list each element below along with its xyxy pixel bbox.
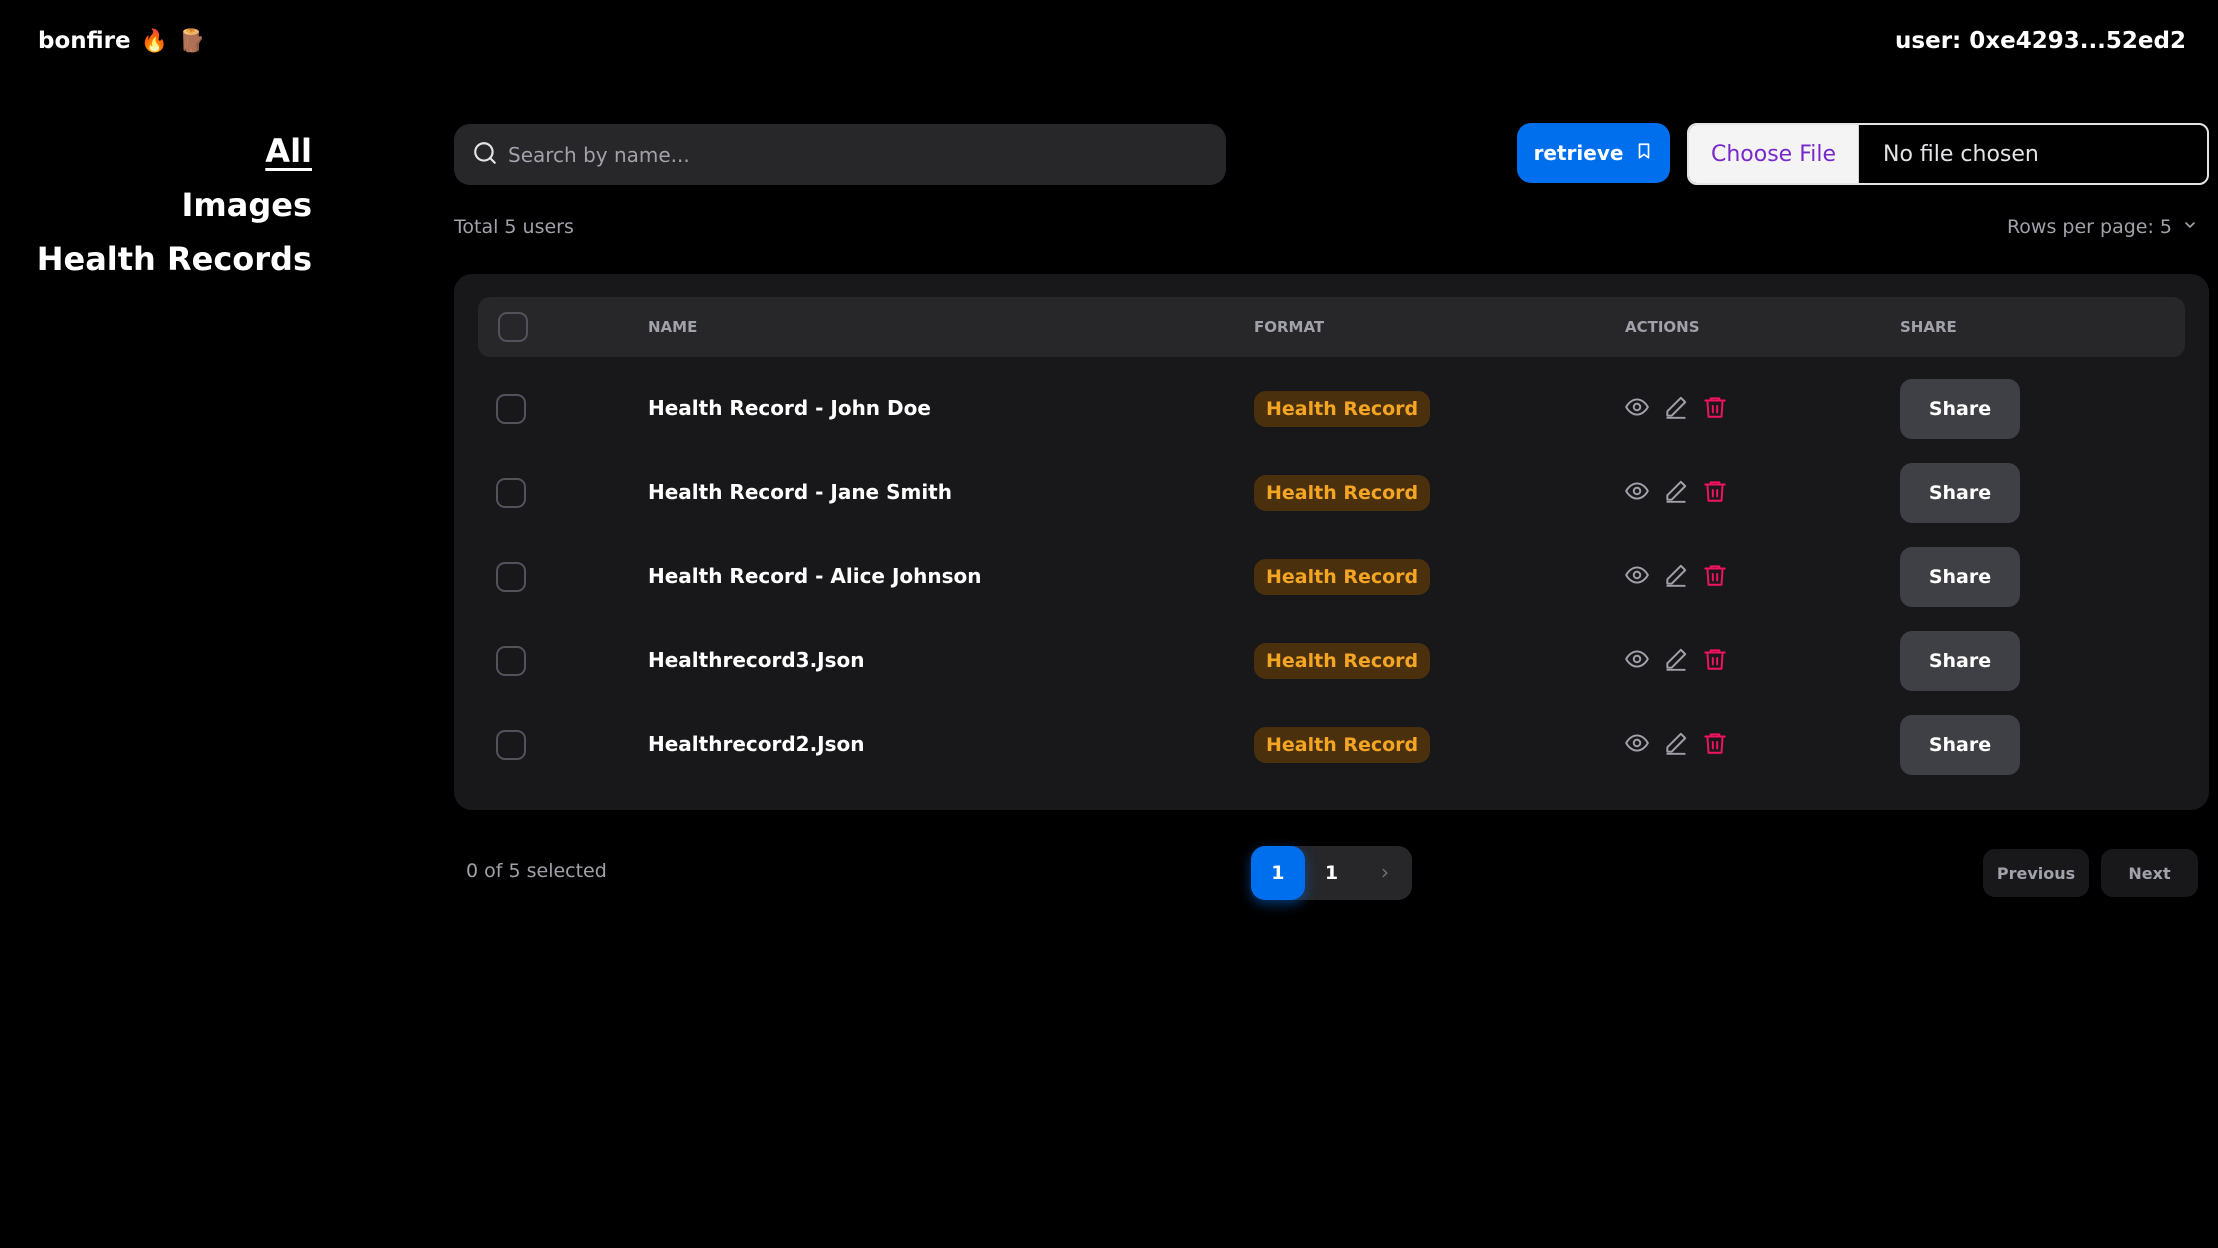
data-table: NAME FORMAT ACTIONS SHARE Health Record … bbox=[454, 274, 2209, 810]
log-icon: 🪵 bbox=[178, 28, 206, 54]
pencil-icon[interactable] bbox=[1663, 394, 1689, 420]
eye-icon[interactable] bbox=[1624, 646, 1650, 672]
table-row[interactable]: Health Record - Alice Johnson Health Reco… bbox=[454, 544, 2209, 628]
eye-icon[interactable] bbox=[1624, 394, 1650, 420]
sidebar: All Images Health Records bbox=[0, 124, 312, 286]
page-button-current[interactable]: 1 bbox=[1251, 846, 1305, 900]
table-row[interactable]: Health Record - John Doe Health Record Sha… bbox=[454, 376, 2209, 460]
row-actions bbox=[1624, 646, 1728, 672]
sidebar-item-images[interactable]: Images bbox=[0, 178, 313, 232]
sidebar-item-all[interactable]: All bbox=[0, 124, 312, 178]
brand[interactable]: bonfire 🔥 🪵 bbox=[38, 28, 205, 54]
row-actions bbox=[1624, 478, 1728, 504]
select-all-checkbox[interactable] bbox=[498, 312, 528, 342]
share-button[interactable]: Share bbox=[1900, 463, 2020, 523]
page-button[interactable]: 1 bbox=[1305, 846, 1359, 900]
row-name: Health Record - Jane Smith bbox=[648, 480, 952, 504]
column-header-share: SHARE bbox=[1900, 318, 1957, 336]
share-button[interactable]: Share bbox=[1900, 379, 2020, 439]
row-actions bbox=[1624, 730, 1728, 756]
pencil-icon[interactable] bbox=[1663, 478, 1689, 504]
trash-icon[interactable] bbox=[1702, 562, 1728, 588]
share-button[interactable]: Share bbox=[1900, 631, 2020, 691]
table-row[interactable]: Healthrecord3.Json Health Record Share bbox=[454, 628, 2209, 712]
row-name: Healthrecord3.Json bbox=[648, 648, 865, 672]
row-checkbox[interactable] bbox=[496, 730, 526, 760]
sidebar-item-health-records[interactable]: Health Records bbox=[0, 232, 312, 286]
column-header-actions: ACTIONS bbox=[1625, 318, 1700, 336]
pencil-icon[interactable] bbox=[1663, 730, 1689, 756]
next-button[interactable]: Next bbox=[2101, 849, 2198, 897]
chevron-down-icon bbox=[2182, 216, 2198, 238]
pagination: 1 1 bbox=[1251, 846, 1412, 900]
fire-icon: 🔥 bbox=[140, 28, 169, 54]
table-header: NAME FORMAT ACTIONS SHARE bbox=[478, 297, 2185, 357]
column-header-format[interactable]: FORMAT bbox=[1254, 297, 1324, 357]
share-button[interactable]: Share bbox=[1900, 715, 2020, 775]
share-button[interactable]: Share bbox=[1900, 547, 2020, 607]
retrieve-button[interactable]: retrieve bbox=[1517, 123, 1670, 183]
file-status: No file chosen bbox=[1883, 141, 2039, 167]
format-badge: Health Record bbox=[1254, 643, 1431, 679]
trash-icon[interactable] bbox=[1702, 730, 1728, 756]
search-input[interactable] bbox=[508, 142, 1188, 167]
row-name: Health Record - Alice Johnson bbox=[648, 564, 982, 588]
format-badge: Health Record bbox=[1254, 559, 1431, 595]
choose-file-button[interactable]: Choose File bbox=[1689, 125, 1859, 183]
rows-per-page-select[interactable]: Rows per page: 5 bbox=[2007, 216, 2198, 238]
table-row[interactable]: Health Record - Jane Smith Health Record S… bbox=[454, 460, 2209, 544]
search-box[interactable] bbox=[454, 124, 1226, 185]
user-address: user: 0xe4293...52ed2 bbox=[1895, 28, 2186, 54]
format-badge: Health Record bbox=[1254, 391, 1431, 427]
search-icon bbox=[472, 140, 498, 170]
row-checkbox[interactable] bbox=[496, 562, 526, 592]
row-checkbox[interactable] bbox=[496, 646, 526, 676]
format-badge: Health Record bbox=[1254, 727, 1431, 763]
trash-icon[interactable] bbox=[1702, 394, 1728, 420]
table-row[interactable]: Healthrecord2.Json Health Record Share bbox=[454, 712, 2209, 796]
row-actions bbox=[1624, 562, 1728, 588]
trash-icon[interactable] bbox=[1702, 478, 1728, 504]
eye-icon[interactable] bbox=[1624, 478, 1650, 504]
row-checkbox[interactable] bbox=[496, 394, 526, 424]
trash-icon[interactable] bbox=[1702, 646, 1728, 672]
total-users: Total 5 users bbox=[454, 216, 574, 238]
brand-name: bonfire bbox=[38, 28, 131, 54]
column-header-name[interactable]: NAME bbox=[648, 297, 697, 357]
retrieve-label: retrieve bbox=[1533, 141, 1624, 165]
previous-button[interactable]: Previous bbox=[1983, 849, 2089, 897]
row-name: Healthrecord2.Json bbox=[648, 732, 865, 756]
row-name: Health Record - John Doe bbox=[648, 396, 931, 420]
bookmark-icon bbox=[1635, 141, 1653, 166]
pencil-icon[interactable] bbox=[1663, 646, 1689, 672]
row-actions bbox=[1624, 394, 1728, 420]
eye-icon[interactable] bbox=[1624, 562, 1650, 588]
format-badge: Health Record bbox=[1254, 475, 1431, 511]
rows-per-page-label: Rows per page: 5 bbox=[2006, 216, 2172, 238]
chevron-right-icon[interactable] bbox=[1358, 846, 1412, 900]
eye-icon[interactable] bbox=[1624, 730, 1650, 756]
top-bar: bonfire 🔥 🪵 user: 0xe4293...52ed2 bbox=[0, 0, 2218, 90]
file-input[interactable]: Choose File No file chosen bbox=[1687, 123, 2209, 185]
pencil-icon[interactable] bbox=[1663, 562, 1689, 588]
row-checkbox[interactable] bbox=[496, 478, 526, 508]
selected-count: 0 of 5 selected bbox=[466, 860, 607, 882]
